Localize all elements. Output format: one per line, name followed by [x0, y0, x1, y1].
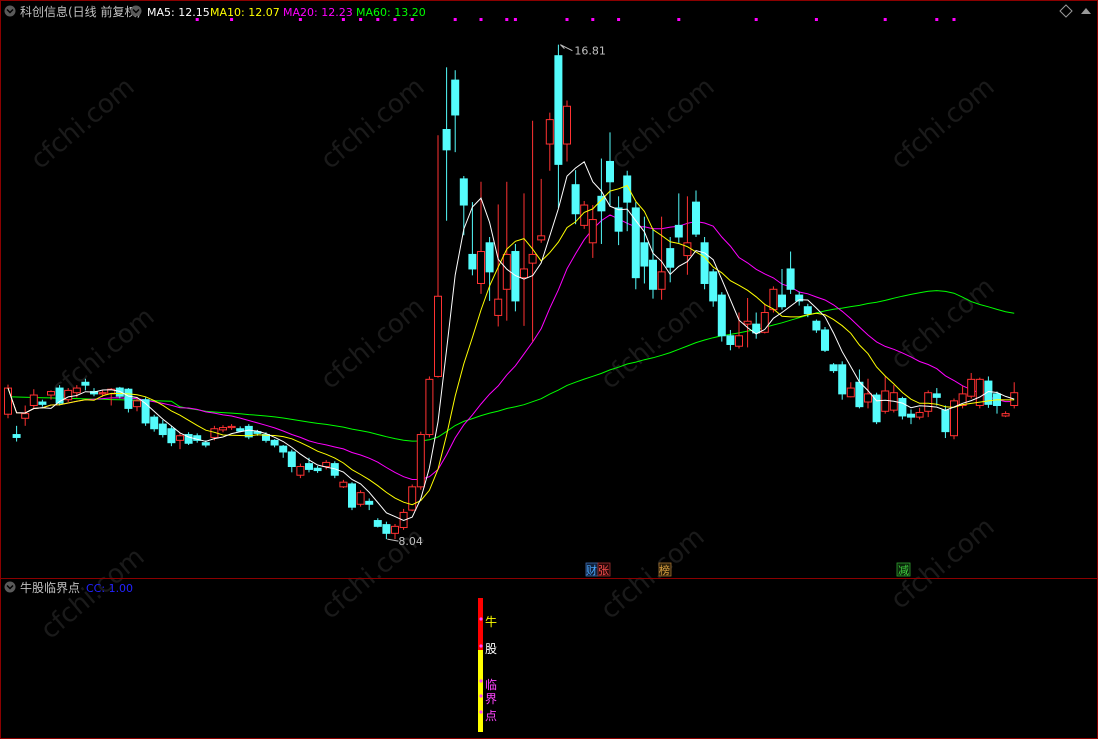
indicator-bar-red — [478, 598, 483, 650]
event-tag-cai[interactable]: 财 — [586, 563, 597, 577]
candle — [150, 414, 159, 432]
chart-title: 科创信息(日线 前复权) — [20, 4, 141, 19]
candle — [838, 361, 847, 400]
signal-char-gu: 股 — [485, 642, 497, 656]
candle — [631, 202, 640, 290]
ma20-label: MA20: 12.23 — [283, 6, 353, 19]
candle — [975, 377, 984, 409]
candle — [511, 243, 520, 312]
signal-dot — [565, 18, 569, 21]
signal-dot — [505, 18, 509, 21]
candle — [124, 388, 133, 413]
candle — [821, 327, 829, 353]
candle — [348, 482, 356, 511]
candle — [167, 425, 176, 447]
candle — [4, 384, 12, 419]
candle — [898, 396, 907, 420]
panel-menu-icon[interactable] — [4, 5, 16, 17]
signal-dot — [617, 18, 621, 21]
signal-dot — [952, 18, 956, 21]
indicator-title: 牛股临界点 — [20, 580, 80, 595]
indicator-value: CC: 1.00 — [86, 582, 133, 595]
signal-char-lin: 临 — [485, 678, 497, 692]
high-price-label: 16.81 — [574, 45, 606, 58]
candle — [408, 484, 417, 512]
signal-char-niu: 牛 — [485, 614, 497, 629]
candle — [700, 236, 709, 290]
candle — [64, 388, 73, 403]
signal-dot — [754, 18, 758, 21]
signal-dot — [591, 18, 595, 21]
event-tag-bang[interactable]: 榜 — [659, 563, 670, 577]
ma5-label: MA5: 12.15 — [147, 6, 210, 19]
candle — [950, 398, 958, 440]
signal-dot — [935, 18, 939, 21]
candle — [709, 268, 718, 307]
chart-canvas: cfchi.com cfchi.com cfchi.com cfchi.comcfch… — [0, 0, 1098, 739]
low-price-label: 8.04 — [398, 535, 423, 548]
signal-char-dian: 点 — [485, 709, 497, 723]
signal-char-jie: 界 — [485, 692, 497, 706]
ma10-label: MA10: 12.07 — [210, 6, 280, 19]
signal-dot — [513, 18, 517, 21]
candle — [184, 432, 193, 446]
signal-dot — [677, 18, 681, 21]
event-tag-zhang[interactable]: 张 — [598, 564, 609, 577]
signal-dot — [883, 18, 887, 21]
signal-dot — [453, 18, 457, 21]
signal-dot — [479, 18, 483, 21]
candle — [416, 431, 425, 490]
candle — [356, 490, 365, 507]
signal-dot — [814, 18, 818, 21]
candle — [425, 376, 434, 438]
indicator-menu-icon[interactable] — [4, 581, 16, 593]
candle — [55, 385, 64, 406]
candle — [244, 424, 253, 440]
event-tag-jian[interactable]: 减 — [898, 564, 909, 577]
ma60-label: MA60: 13.20 — [356, 6, 426, 19]
indicator-bar-yellow — [478, 650, 483, 732]
candle — [717, 292, 726, 342]
ma-settings-icon[interactable] — [130, 5, 142, 17]
stock-chart: cfchi.com cfchi.com cfchi.com cfchi.com cfch… — [0, 0, 1098, 739]
